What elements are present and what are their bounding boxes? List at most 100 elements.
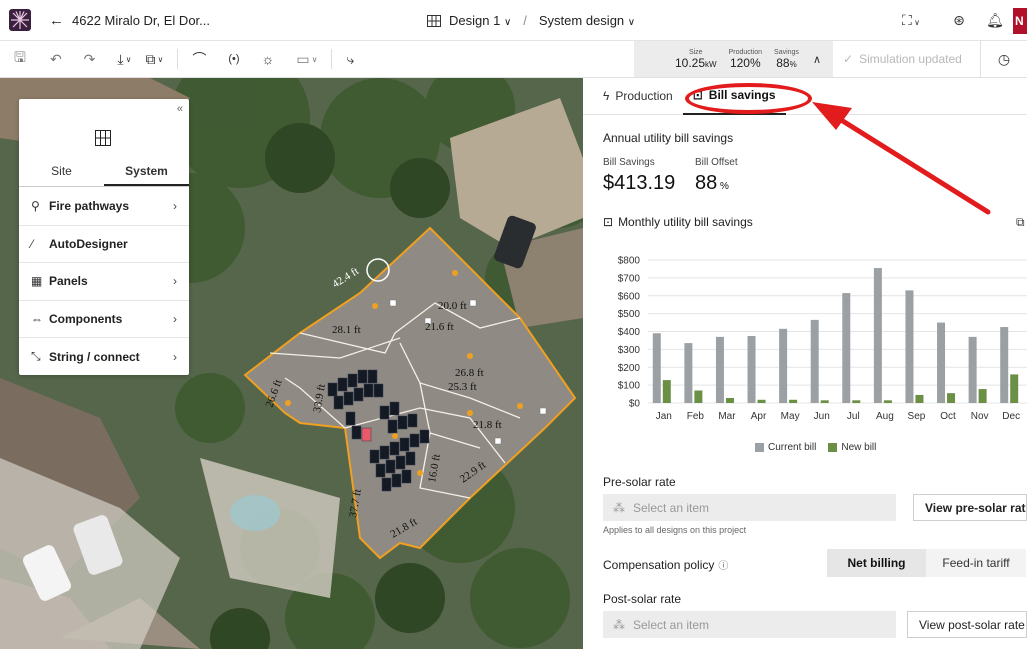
menu-item-panels[interactable]: ▦ Panels › — [19, 263, 189, 301]
bar-new-bill — [725, 397, 734, 403]
arc-tool-button[interactable]: ⌒ — [192, 49, 206, 69]
x-tick-label: Jun — [814, 411, 830, 422]
presentation-button[interactable]: ⛶ ∨ — [893, 12, 929, 29]
layers-button[interactable]: ⧉ ∨ — [145, 51, 163, 68]
bar-current-bill — [968, 336, 977, 403]
bar-new-bill — [852, 400, 861, 403]
y-tick-label: $600 — [618, 291, 641, 302]
option-net-billing[interactable]: Net billing — [827, 549, 926, 577]
signal-tool-button[interactable]: (•) — [228, 53, 239, 65]
copy-chart-icon[interactable]: ⧉ — [1016, 215, 1025, 230]
legend-new-bill: New bill — [828, 442, 876, 453]
info-icon[interactable]: ⓘ — [718, 557, 728, 572]
menu-item-components[interactable]: ⇔ Components › — [19, 301, 189, 338]
chevron-right-icon: › — [173, 311, 177, 326]
legend-current-bill: Current bill — [755, 442, 816, 453]
menu-item-string-connect[interactable]: ⤡ String / connect › — [19, 338, 189, 376]
save-icon: 🖫 — [14, 49, 26, 65]
bar-new-bill — [883, 400, 892, 403]
tab-production[interactable]: ϟ Production — [593, 78, 683, 115]
sun-tool-button[interactable]: ☼ — [262, 51, 275, 67]
legend-swatch — [828, 442, 838, 452]
y-tick-label: $0 — [629, 399, 641, 410]
project-address: 4622 Miralo Dr, El Dor... — [72, 12, 210, 28]
app-logo[interactable] — [9, 9, 31, 31]
post-solar-rate-label: Post-solar rate — [603, 592, 682, 606]
undo-icon: ↶ — [49, 50, 62, 67]
bar-current-bill — [842, 293, 851, 403]
menu-item-fire-pathways[interactable]: ⚲ Fire pathways › — [19, 188, 189, 226]
view-pre-solar-rate-button[interactable]: View pre-solar rate — [913, 494, 1027, 521]
tab-site[interactable]: Site — [19, 157, 104, 186]
stat-savings: Savings 88% — [774, 48, 799, 70]
bar-new-bill — [789, 399, 798, 403]
bar-current-bill — [652, 333, 661, 403]
download-icon: ⤓ — [117, 50, 124, 67]
y-tick-label: $800 — [618, 256, 641, 267]
legend-swatch — [755, 442, 764, 452]
chevron-right-icon: › — [173, 274, 177, 289]
bar-current-bill — [779, 328, 788, 403]
bar-new-bill — [820, 400, 829, 403]
option-feed-in-tariff[interactable]: Feed-in tariff — [926, 549, 1026, 577]
bolt-icon: ϟ — [603, 89, 610, 103]
view-post-solar-rate-button[interactable]: View post-solar rate — [907, 611, 1027, 638]
user-avatar[interactable]: N — [1013, 7, 1027, 34]
bar-current-bill — [810, 319, 819, 403]
history-button[interactable]: ◷ — [980, 41, 1027, 77]
back-arrow-icon: ← — [49, 11, 64, 29]
logo-burst-icon — [11, 11, 29, 29]
system-stats[interactable]: Size 10.25kW Production 120% Savings 88%… — [634, 41, 833, 77]
import-button[interactable]: ⤓ ∨ — [117, 51, 131, 68]
design-selector[interactable]: Design 1 ∨ — [449, 13, 511, 28]
chevron-right-icon: › — [173, 349, 177, 364]
view-tool-button[interactable]: ▭ ∨ — [296, 51, 317, 68]
back-link[interactable]: ← 4622 Miralo Dr, El Dor... — [49, 12, 210, 29]
compensation-policy-toggle: Net billing Feed-in tariff — [827, 549, 1026, 577]
x-tick-label: Jan — [656, 411, 672, 422]
panels-grid-icon — [95, 130, 111, 146]
collapse-panel-icon[interactable]: « — [177, 103, 183, 115]
x-tick-label: Oct — [940, 411, 956, 422]
monthly-savings-title: ⊡ Monthly utility bill savings — [603, 215, 753, 229]
save-button[interactable]: 🖫 — [14, 47, 26, 71]
view-selector[interactable]: System design ∨ — [539, 13, 635, 28]
redo-button[interactable]: ↷ — [84, 51, 96, 68]
svg-text:26.8 ft: 26.8 ft — [455, 367, 484, 379]
svg-text:20.0 ft: 20.0 ft — [438, 300, 467, 312]
chevron-right-icon: › — [173, 199, 177, 214]
x-tick-label: Sep — [908, 411, 926, 422]
bar-current-bill — [1000, 327, 1009, 403]
bill-icon: ⊡ — [603, 215, 614, 229]
top-right-actions: ⛶ ∨ ⊛ 🔔︎ N — [893, 0, 1027, 41]
undo-button[interactable]: ↶ — [50, 51, 62, 68]
pre-solar-rate-select[interactable]: ⁂ Select an item — [603, 494, 896, 521]
bar-new-bill — [662, 380, 671, 403]
help-button[interactable]: ⊛ — [941, 12, 977, 29]
menu-item-autodesigner[interactable]: ⁄ AutoDesigner — [19, 226, 189, 263]
component-icon: ⇔ — [31, 311, 43, 326]
side-panel-tabs: Site System — [19, 157, 189, 187]
svg-text:21.8 ft: 21.8 ft — [473, 419, 502, 431]
top-bar: ← 4622 Miralo Dr, El Dor... Design 1 ∨ /… — [0, 0, 1027, 41]
bar-current-bill — [905, 290, 914, 403]
x-tick-label: Apr — [751, 411, 767, 422]
svg-text:28.1 ft: 28.1 ft — [332, 324, 361, 336]
bill-offset-value: 88 % — [695, 172, 729, 194]
side-panel-menu: ⚲ Fire pathways › ⁄ AutoDesigner ▦ Panel… — [19, 188, 189, 376]
string-tool-button[interactable]: ⤷ — [346, 51, 354, 68]
panels-grid-icon: ▦ — [31, 274, 43, 289]
bill-savings-label: Bill Savings — [603, 157, 655, 168]
tab-system[interactable]: System — [104, 157, 189, 186]
notifications-button[interactable]: 🔔︎ — [977, 12, 1013, 29]
x-tick-label: Aug — [876, 411, 894, 422]
chart-legend: Current bill New bill — [755, 442, 876, 453]
chevron-down-icon: ∨ — [125, 54, 132, 64]
design-side-panel: « Site System ⚲ Fire pathways › ⁄ AutoDe… — [19, 99, 189, 375]
pre-solar-note: Applies to all designs on this project — [603, 525, 747, 535]
bar-current-bill — [715, 336, 724, 403]
bar-new-bill — [978, 389, 987, 403]
post-solar-rate-select[interactable]: ⁂ Select an item — [603, 611, 896, 638]
fire-pathway-icon: ⚲ — [31, 199, 40, 214]
loading-spinner-icon: ⁂ — [613, 500, 625, 515]
